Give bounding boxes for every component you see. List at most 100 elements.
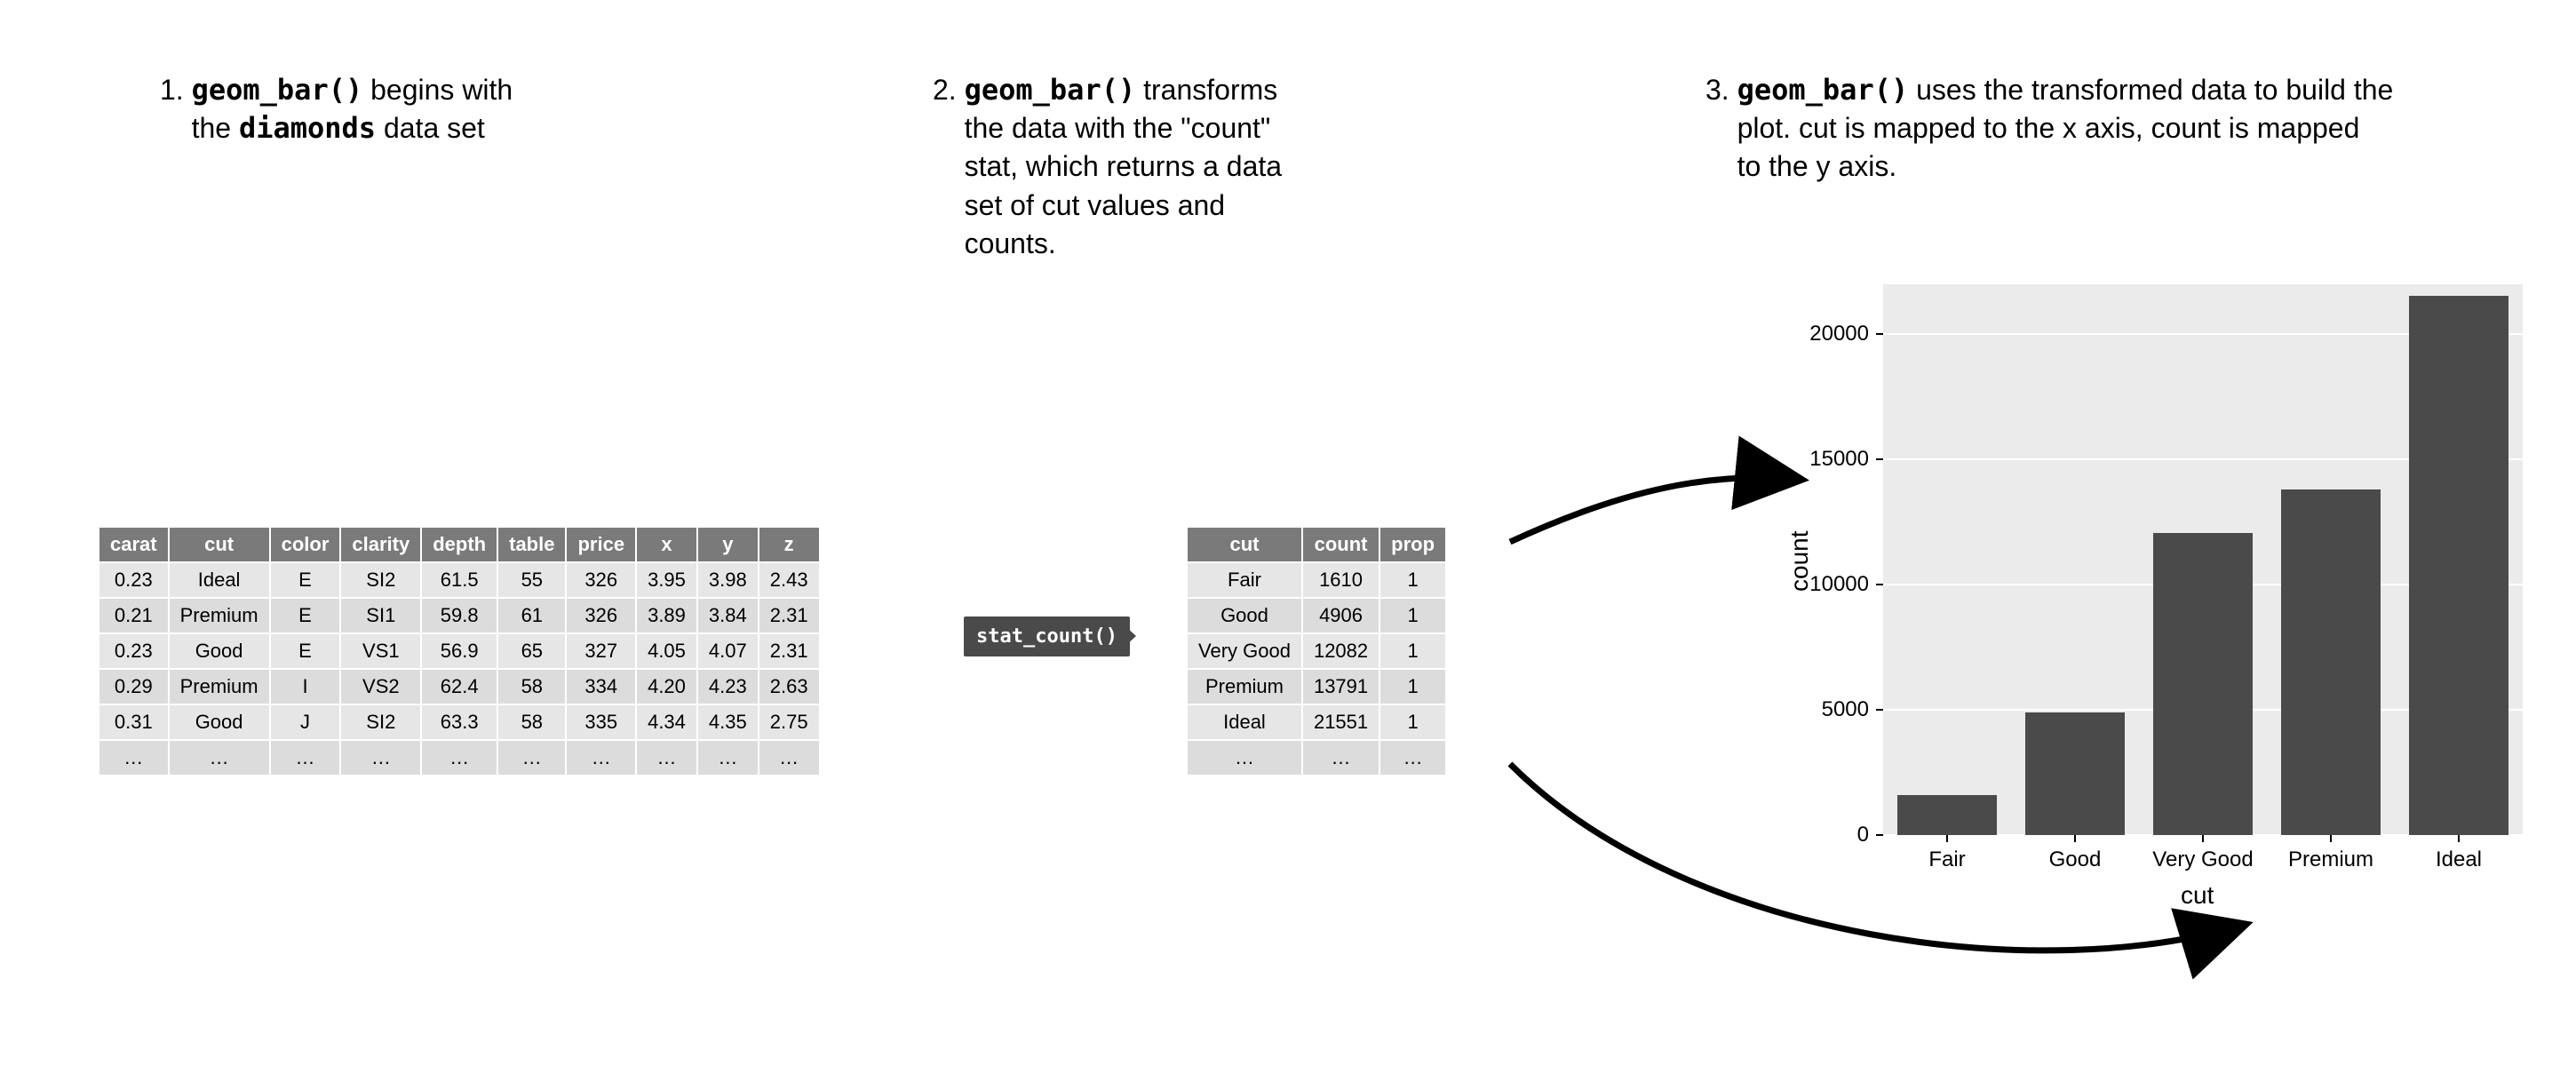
step-1: 1. geom_bar() begins with the diamonds d… <box>160 71 513 147</box>
cell: Good <box>1187 598 1302 633</box>
cell: 1 <box>1379 598 1446 633</box>
y-tick: 20000 <box>1798 322 1869 346</box>
cell: VS1 <box>340 633 421 669</box>
cell: Ideal <box>169 562 270 598</box>
cell: 55 <box>497 562 566 598</box>
step-3-t1: uses the transformed data to build the <box>1908 74 2393 106</box>
cell: 2.63 <box>759 669 820 704</box>
cell: 4.34 <box>636 704 697 740</box>
bar <box>2409 296 2508 835</box>
x-tick: Fair <box>1885 847 2009 872</box>
col-header: price <box>566 527 636 562</box>
cell: 13791 <box>1302 669 1379 704</box>
cell: 0.31 <box>99 704 169 740</box>
cell: Good <box>169 633 270 669</box>
cell: 58 <box>497 669 566 704</box>
cell: 56.9 <box>421 633 497 669</box>
step-3: 3. geom_bar() uses the transformed data … <box>1705 71 2393 187</box>
cell: … <box>340 740 421 776</box>
cell: 2.75 <box>759 704 820 740</box>
cell: 3.98 <box>697 562 759 598</box>
diamonds-table: caratcutcolorclaritydepthtablepricexyz0.… <box>98 526 821 776</box>
cell: 61.5 <box>421 562 497 598</box>
cell: 4906 <box>1302 598 1379 633</box>
bar-chart: 05000100001500020000FairGoodVery GoodPre… <box>1759 266 2540 942</box>
col-header: cut <box>1187 527 1302 562</box>
bar <box>2025 712 2125 835</box>
x-tick: Ideal <box>2397 847 2521 872</box>
x-axis-label: cut <box>2181 881 2214 910</box>
cell: … <box>99 740 169 776</box>
stat-count-arrow-icon <box>1115 617 1136 656</box>
cell: Very Good <box>1187 633 1302 669</box>
cell: 0.21 <box>99 598 169 633</box>
cell: 1 <box>1379 704 1446 740</box>
col-header: depth <box>421 527 497 562</box>
cell: 2.31 <box>759 633 820 669</box>
step-2-t3: stat, which returns a data <box>965 150 1283 182</box>
cell: I <box>270 669 341 704</box>
cell: 335 <box>566 704 636 740</box>
cell: … <box>497 740 566 776</box>
cell: 0.23 <box>99 562 169 598</box>
col-header: clarity <box>340 527 421 562</box>
step-1-code: geom_bar() <box>192 73 363 107</box>
cell: 4.05 <box>636 633 697 669</box>
cell: 21551 <box>1302 704 1379 740</box>
cell: SI2 <box>340 704 421 740</box>
step-2: 2. geom_bar() transforms the data with t… <box>933 71 1282 263</box>
cell: … <box>566 740 636 776</box>
col-header: cut <box>169 527 270 562</box>
step-1-num: 1. <box>160 74 184 106</box>
col-header: carat <box>99 527 169 562</box>
cell: E <box>270 562 341 598</box>
cell: 61 <box>497 598 566 633</box>
step-2-num: 2. <box>933 74 957 106</box>
cell: Fair <box>1187 562 1302 598</box>
cell: 0.23 <box>99 633 169 669</box>
cell: … <box>697 740 759 776</box>
step-2-t4: set of cut values and <box>965 189 1226 221</box>
cell: 2.31 <box>759 598 820 633</box>
bar <box>1897 795 1997 835</box>
cell: 63.3 <box>421 704 497 740</box>
cell: 1 <box>1379 669 1446 704</box>
step-3-code: geom_bar() <box>1737 73 1909 107</box>
y-tick: 0 <box>1798 823 1869 847</box>
cell: 326 <box>566 562 636 598</box>
cell: 3.84 <box>697 598 759 633</box>
col-header: count <box>1302 527 1379 562</box>
cell: 0.29 <box>99 669 169 704</box>
cell: … <box>1187 740 1302 776</box>
cell: 4.07 <box>697 633 759 669</box>
cell: Premium <box>169 669 270 704</box>
step-1-t3: data set <box>376 112 485 144</box>
col-header: z <box>759 527 820 562</box>
stat-count-label: stat_count() <box>964 617 1130 656</box>
x-tick: Good <box>2013 847 2137 872</box>
cell: Ideal <box>1187 704 1302 740</box>
cell: … <box>169 740 270 776</box>
step-2-t2: the data with the "count" <box>965 112 1271 144</box>
cell: VS2 <box>340 669 421 704</box>
step-1-t1: begins with <box>362 74 513 106</box>
step-1-bold: diamonds <box>239 111 376 145</box>
cell: 58 <box>497 704 566 740</box>
cell: 12082 <box>1302 633 1379 669</box>
cell: SI2 <box>340 562 421 598</box>
cell: 4.23 <box>697 669 759 704</box>
step-2-code: geom_bar() <box>965 73 1136 107</box>
cell: SI1 <box>340 598 421 633</box>
cell: 2.43 <box>759 562 820 598</box>
cell: … <box>1302 740 1379 776</box>
cell: 3.89 <box>636 598 697 633</box>
col-header: y <box>697 527 759 562</box>
col-header: prop <box>1379 527 1446 562</box>
cell: 1 <box>1379 562 1446 598</box>
step-2-t5: counts. <box>965 227 1056 259</box>
cell: … <box>270 740 341 776</box>
step-1-t2: the <box>192 112 239 144</box>
cell: 1610 <box>1302 562 1379 598</box>
cell: 326 <box>566 598 636 633</box>
x-tick: Premium <box>2269 847 2393 872</box>
